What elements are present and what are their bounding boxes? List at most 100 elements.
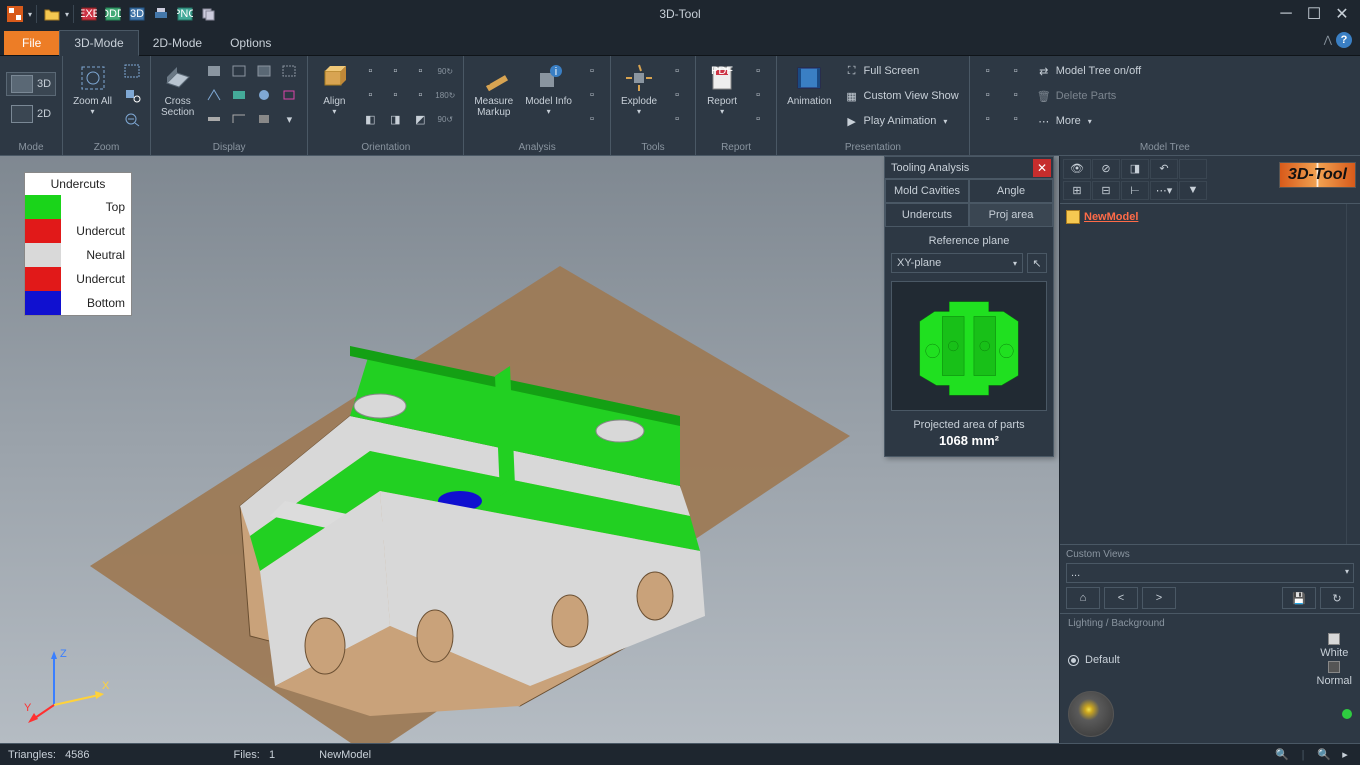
disp-h-icon[interactable]: ▾	[277, 108, 301, 130]
tree-root-item[interactable]: NewModel	[1066, 210, 1354, 224]
tab-3d-mode[interactable]: 3D-Mode	[59, 30, 138, 56]
status-collapse-icon[interactable]: ▸	[1336, 747, 1354, 763]
shade-2-icon[interactable]	[227, 60, 251, 82]
tree-root-name[interactable]: NewModel	[1084, 211, 1138, 223]
save-png-icon[interactable]: PNG	[174, 3, 196, 25]
rot180-icon[interactable]: 180↻	[433, 84, 457, 106]
status-zoom-out-icon[interactable]: 🔍	[1315, 747, 1333, 763]
rot90-1-icon[interactable]: 90↻	[433, 60, 457, 82]
play-animation-button[interactable]: ▶Play Animation▾	[840, 110, 963, 132]
mt-f-icon[interactable]: ▫	[1004, 108, 1028, 130]
explode-button[interactable]: Explode▾	[617, 60, 661, 118]
disp-g-icon[interactable]	[252, 108, 276, 130]
tooling-panel-header[interactable]: Tooling Analysis ✕	[885, 157, 1053, 179]
mode-3d-button[interactable]: 3D	[6, 72, 56, 96]
more-button[interactable]: ⋯More▾	[1032, 110, 1145, 132]
tab-options[interactable]: Options	[216, 31, 285, 55]
measure-markup-button[interactable]: Measure Markup	[470, 60, 517, 120]
align-button[interactable]: Align▾	[314, 60, 354, 118]
app-icon[interactable]	[4, 3, 26, 25]
fullscreen-button[interactable]: ⛶Full Screen	[840, 60, 963, 82]
shade-4-icon[interactable]	[277, 60, 301, 82]
analysis-b-icon[interactable]: ▫	[580, 84, 604, 106]
sbt-expand-icon[interactable]: ⊞	[1063, 181, 1091, 201]
sbt-tree-icon[interactable]: ⊢	[1121, 181, 1149, 201]
save-ddd-icon[interactable]: DDD	[102, 3, 124, 25]
view-bottom-icon[interactable]: ▫	[408, 84, 432, 106]
zoom-all-button[interactable]: Zoom All ▾	[69, 60, 116, 118]
cv-save-button[interactable]: 💾	[1282, 587, 1316, 609]
white-checkbox[interactable]	[1328, 633, 1340, 645]
report-c-icon[interactable]: ▫	[746, 108, 770, 130]
lighting-default-radio[interactable]	[1068, 655, 1079, 666]
mt-b-icon[interactable]: ▫	[976, 84, 1000, 106]
save-exe-icon[interactable]: EXE	[78, 3, 100, 25]
tab-proj-area[interactable]: Proj area	[969, 203, 1053, 227]
tool-c-icon[interactable]: ▫	[665, 108, 689, 130]
sbt-iso-icon[interactable]: ◨	[1121, 159, 1149, 179]
analysis-c-icon[interactable]: ▫	[580, 108, 604, 130]
view-front-icon[interactable]: ▫	[358, 60, 382, 82]
open-icon[interactable]	[41, 3, 63, 25]
reference-plane-select[interactable]: XY-plane▾	[891, 253, 1023, 273]
analysis-a-icon[interactable]: ▫	[580, 60, 604, 82]
report-button[interactable]: PDF Report▾	[702, 60, 742, 118]
collapse-ribbon-icon[interactable]: ⋀	[1324, 35, 1332, 46]
modeltree-toggle-button[interactable]: ⇄Model Tree on/off	[1032, 60, 1145, 82]
tab-undercuts[interactable]: Undercuts	[885, 203, 969, 227]
normal-checkbox[interactable]	[1328, 661, 1340, 673]
disp-c-icon[interactable]	[252, 84, 276, 106]
help-button[interactable]: ?	[1336, 32, 1352, 48]
pick-plane-button[interactable]: ↖	[1027, 253, 1047, 273]
view-iso1-icon[interactable]: ◧	[358, 108, 382, 130]
cv-prev-button[interactable]: <	[1104, 587, 1138, 609]
zoom-window-icon[interactable]	[120, 60, 144, 82]
animation-button[interactable]: Animation	[783, 60, 835, 109]
tool-a-icon[interactable]: ▫	[665, 60, 689, 82]
print-icon[interactable]	[150, 3, 172, 25]
model-info-button[interactable]: i Model Info▾	[521, 60, 576, 118]
report-b-icon[interactable]: ▫	[746, 84, 770, 106]
lighting-sphere[interactable]	[1068, 691, 1114, 737]
disp-d-icon[interactable]	[277, 84, 301, 106]
copy-icon[interactable]	[198, 3, 220, 25]
save-pdf-icon[interactable]: 3D	[126, 3, 148, 25]
tree-scrollbar[interactable]	[1346, 204, 1360, 544]
view-back-icon[interactable]: ▫	[383, 60, 407, 82]
rot90-2-icon[interactable]: 90↺	[433, 108, 457, 130]
cv-refresh-button[interactable]: ↻	[1320, 587, 1354, 609]
tab-angle[interactable]: Angle	[969, 179, 1053, 203]
disp-b-icon[interactable]	[227, 84, 251, 106]
tooling-close-button[interactable]: ✕	[1033, 159, 1051, 177]
disp-f-icon[interactable]	[227, 108, 251, 130]
view-left-icon[interactable]: ▫	[408, 60, 432, 82]
cv-next-button[interactable]: >	[1142, 587, 1176, 609]
sbt-filter-icon[interactable]: ▼	[1179, 181, 1207, 201]
cross-section-button[interactable]: Cross Section	[157, 60, 198, 120]
tab-2d-mode[interactable]: 2D-Mode	[139, 31, 216, 55]
view-iso3-icon[interactable]: ◩	[408, 108, 432, 130]
minimize-button[interactable]: ─	[1272, 2, 1300, 26]
open-dropdown-icon[interactable]: ▾	[65, 10, 69, 19]
file-menu-button[interactable]: File	[4, 31, 59, 55]
view-right-icon[interactable]: ▫	[358, 84, 382, 106]
sbt-collapse-icon[interactable]: ⊟	[1092, 181, 1120, 201]
view-top-icon[interactable]: ▫	[383, 84, 407, 106]
zoom-out-icon[interactable]	[120, 108, 144, 130]
shade-1-icon[interactable]	[202, 60, 226, 82]
shade-3-icon[interactable]	[252, 60, 276, 82]
disp-a-icon[interactable]	[202, 84, 226, 106]
sbt-blank-icon[interactable]	[1179, 159, 1207, 179]
mt-d-icon[interactable]: ▫	[1004, 60, 1028, 82]
tab-mold-cavities[interactable]: Mold Cavities	[885, 179, 969, 203]
sbt-eye-icon[interactable]: 👁	[1063, 159, 1091, 179]
disp-e-icon[interactable]	[202, 108, 226, 130]
mode-2d-button[interactable]: 2D	[6, 102, 56, 126]
mt-c-icon[interactable]: ▫	[976, 108, 1000, 130]
mt-e-icon[interactable]: ▫	[1004, 84, 1028, 106]
custom-view-show-button[interactable]: ▦Custom View Show	[840, 85, 963, 107]
sbt-more-icon[interactable]: ⋯▾	[1150, 181, 1178, 201]
delete-parts-button[interactable]: 🗑Delete Parts	[1032, 85, 1145, 107]
close-button[interactable]: ✕	[1328, 2, 1356, 26]
tool-b-icon[interactable]: ▫	[665, 84, 689, 106]
